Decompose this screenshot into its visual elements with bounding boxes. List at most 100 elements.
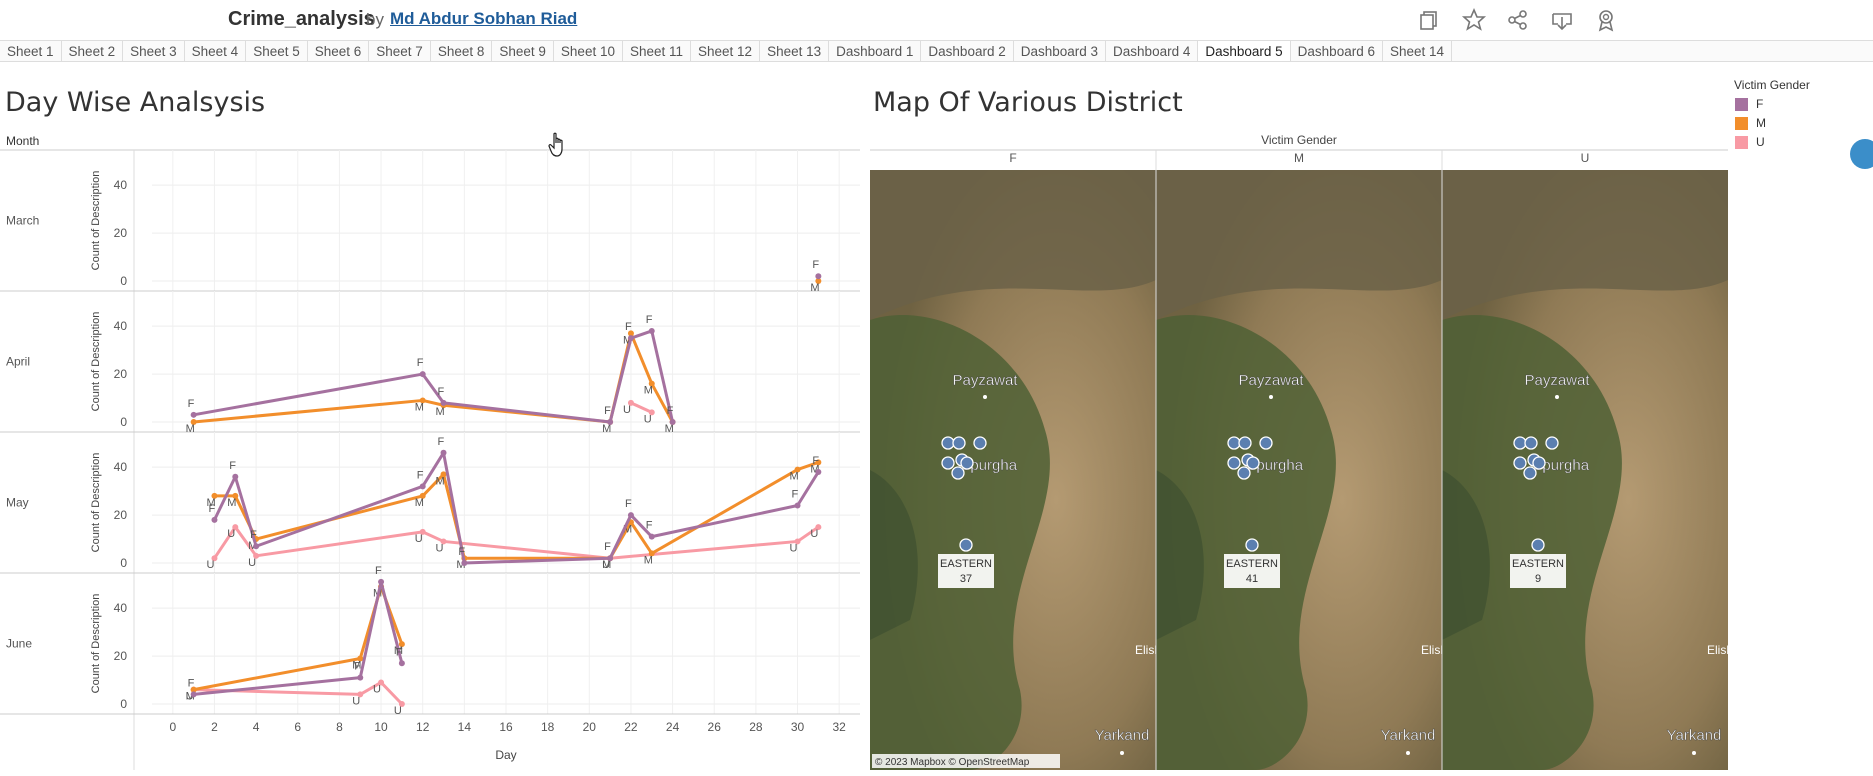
district-marker [1246,456,1260,470]
place-label: Payzawat [952,372,1018,389]
series-line-f [193,329,675,424]
point-label: F [646,520,653,532]
district-marker [1524,436,1538,450]
x-tick-label: 10 [374,720,388,734]
point-label: M [436,475,445,487]
point-label: U [248,557,256,569]
point-label: U [644,413,652,425]
y-tick-label: 0 [120,556,127,570]
point-label: F [396,646,403,658]
legend-item-f[interactable]: F [1735,97,1810,111]
point-label: F [208,503,215,515]
data-point-f [648,327,655,334]
point-label: U [436,542,444,554]
point-label: U [227,528,235,540]
district-name: EASTERN [1512,558,1564,570]
point-label: F [188,398,195,410]
legend-item-u[interactable]: U [1735,135,1810,149]
legend-label: F [1756,97,1764,111]
data-point-f [627,335,634,342]
district-marker [960,456,974,470]
y-tick-label: 0 [120,274,127,288]
point-label: U [415,533,423,545]
y-axis-title: Count of Description [90,594,102,694]
district-marker [952,436,966,450]
district-marker [1531,538,1545,552]
point-label: F [417,357,424,369]
x-tick-label: 14 [458,720,472,734]
point-label: U [352,695,360,707]
data-point-f [815,273,822,280]
y-tick-label: 20 [114,367,128,381]
y-tick-label: 0 [120,415,127,429]
month-label: March [6,214,39,228]
point-label: F [438,436,445,448]
point-label: F [229,460,236,472]
point-label: F [438,386,445,398]
district-marker [1259,436,1273,450]
x-tick-label: 12 [416,720,430,734]
month-label: June [6,637,32,651]
district-marker [1238,436,1252,450]
data-point-f [398,660,405,667]
y-tick-label: 0 [120,697,127,711]
map-facet-m: MPayzawatopurghaElishqYarkandEASTERN41 [1155,150,1454,770]
district-marker [941,456,955,470]
place-dot [1120,751,1124,755]
point-label: M [186,423,195,435]
month-label: April [6,355,30,369]
facet-label: F [1009,151,1016,165]
x-tick-label: 24 [666,720,680,734]
map-attribution: © 2023 Mapbox © OpenStreetMap [875,757,1030,768]
row-header-label: Month [6,134,39,148]
data-point-f [211,516,218,523]
x-tick-label: 8 [336,720,343,734]
district-name: EASTERN [1226,558,1278,570]
point-label: F [812,259,819,271]
legend-item-m[interactable]: M [1735,116,1810,130]
data-point-f [627,512,634,519]
district-marker [1523,466,1537,480]
point-label: F [354,661,361,673]
data-point-f [815,468,822,475]
y-tick-label: 20 [114,226,128,240]
place-label: Elishq [1707,643,1740,657]
x-tick-label: 4 [253,720,260,734]
point-label: M [810,282,819,294]
y-tick-label: 40 [114,319,128,333]
data-point-f [607,419,614,425]
place-dot [1406,751,1410,755]
series-line-u [213,525,820,560]
dashboard-canvas: Month02040March Count of DescriptionMF020… [0,133,1740,770]
place-dot [983,395,987,399]
series-line-m [193,331,674,424]
point-label: M [227,497,236,509]
y-tick-label: 20 [114,508,128,522]
data-point-f [669,419,676,425]
point-label: M [436,406,445,418]
place-label: Payzawat [1238,372,1304,389]
series-line-u [630,401,653,414]
data-point-f [794,502,801,509]
legend-swatch [1735,97,1748,111]
data-point-f [607,555,614,562]
district-marker [1245,538,1259,552]
extension-icon[interactable] [1850,139,1873,169]
point-label: M [415,497,424,509]
x-tick-label: 30 [791,720,805,734]
x-tick-label: 32 [832,720,846,734]
x-tick-label: 6 [294,720,301,734]
point-label: U [206,559,214,571]
y-tick-label: 40 [114,460,128,474]
district-name: EASTERN [940,558,992,570]
district-marker [1532,456,1546,470]
x-tick-label: 2 [211,720,218,734]
district-marker [959,538,973,552]
district-marker [1513,436,1527,450]
map-facet-u: UPayzawatopurghaElishqYarkandEASTERN9 [1441,150,1740,770]
y-tick-label: 40 [114,178,128,192]
month-label: May [6,496,29,510]
point-label: U [810,528,818,540]
data-point-f [440,449,447,456]
y-axis-title: Count of Description [90,171,102,271]
